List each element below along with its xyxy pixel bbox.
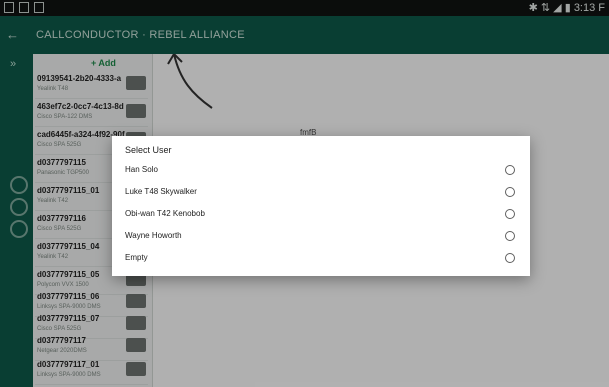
option-label: Empty xyxy=(125,253,148,262)
user-option-obi-wan[interactable]: Obi-wan T42 Kenobob xyxy=(112,204,530,226)
user-option-wayne[interactable]: Wayne Howorth xyxy=(112,226,530,248)
option-label: Luke T48 Skywalker xyxy=(125,187,197,196)
option-label: Wayne Howorth xyxy=(125,231,182,240)
radio-icon[interactable] xyxy=(505,231,515,241)
radio-icon[interactable] xyxy=(505,209,515,219)
user-option-han-solo[interactable]: Han Solo xyxy=(112,160,530,182)
select-user-dialog: Select User Han Solo Luke T48 Skywalker … xyxy=(112,136,530,276)
user-option-empty[interactable]: Empty xyxy=(112,248,530,270)
radio-icon[interactable] xyxy=(505,187,515,197)
dialog-title: Select User xyxy=(125,145,172,155)
option-label: Obi-wan T42 Kenobob xyxy=(125,209,205,218)
option-label: Han Solo xyxy=(125,165,158,174)
user-option-luke-skywalker[interactable]: Luke T48 Skywalker xyxy=(112,182,530,204)
radio-icon[interactable] xyxy=(505,165,515,175)
radio-icon[interactable] xyxy=(505,253,515,263)
